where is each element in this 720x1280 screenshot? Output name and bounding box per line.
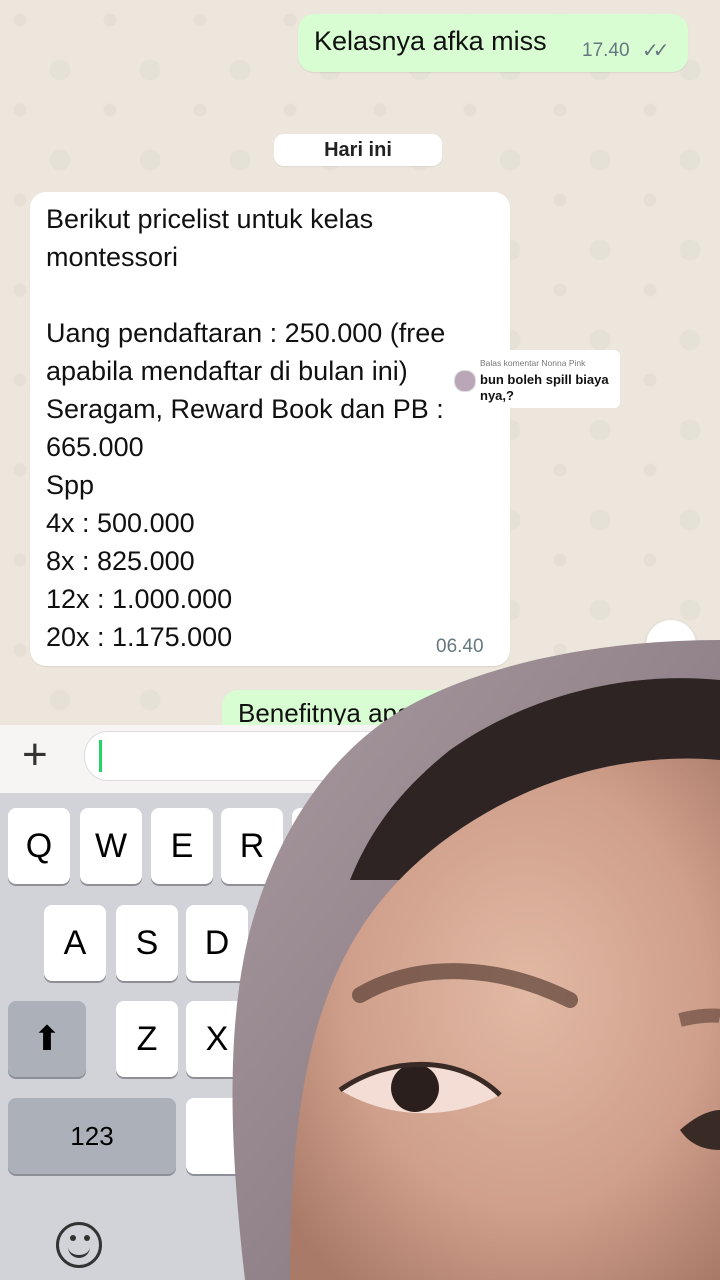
camera-face-overlay (232, 640, 720, 1280)
